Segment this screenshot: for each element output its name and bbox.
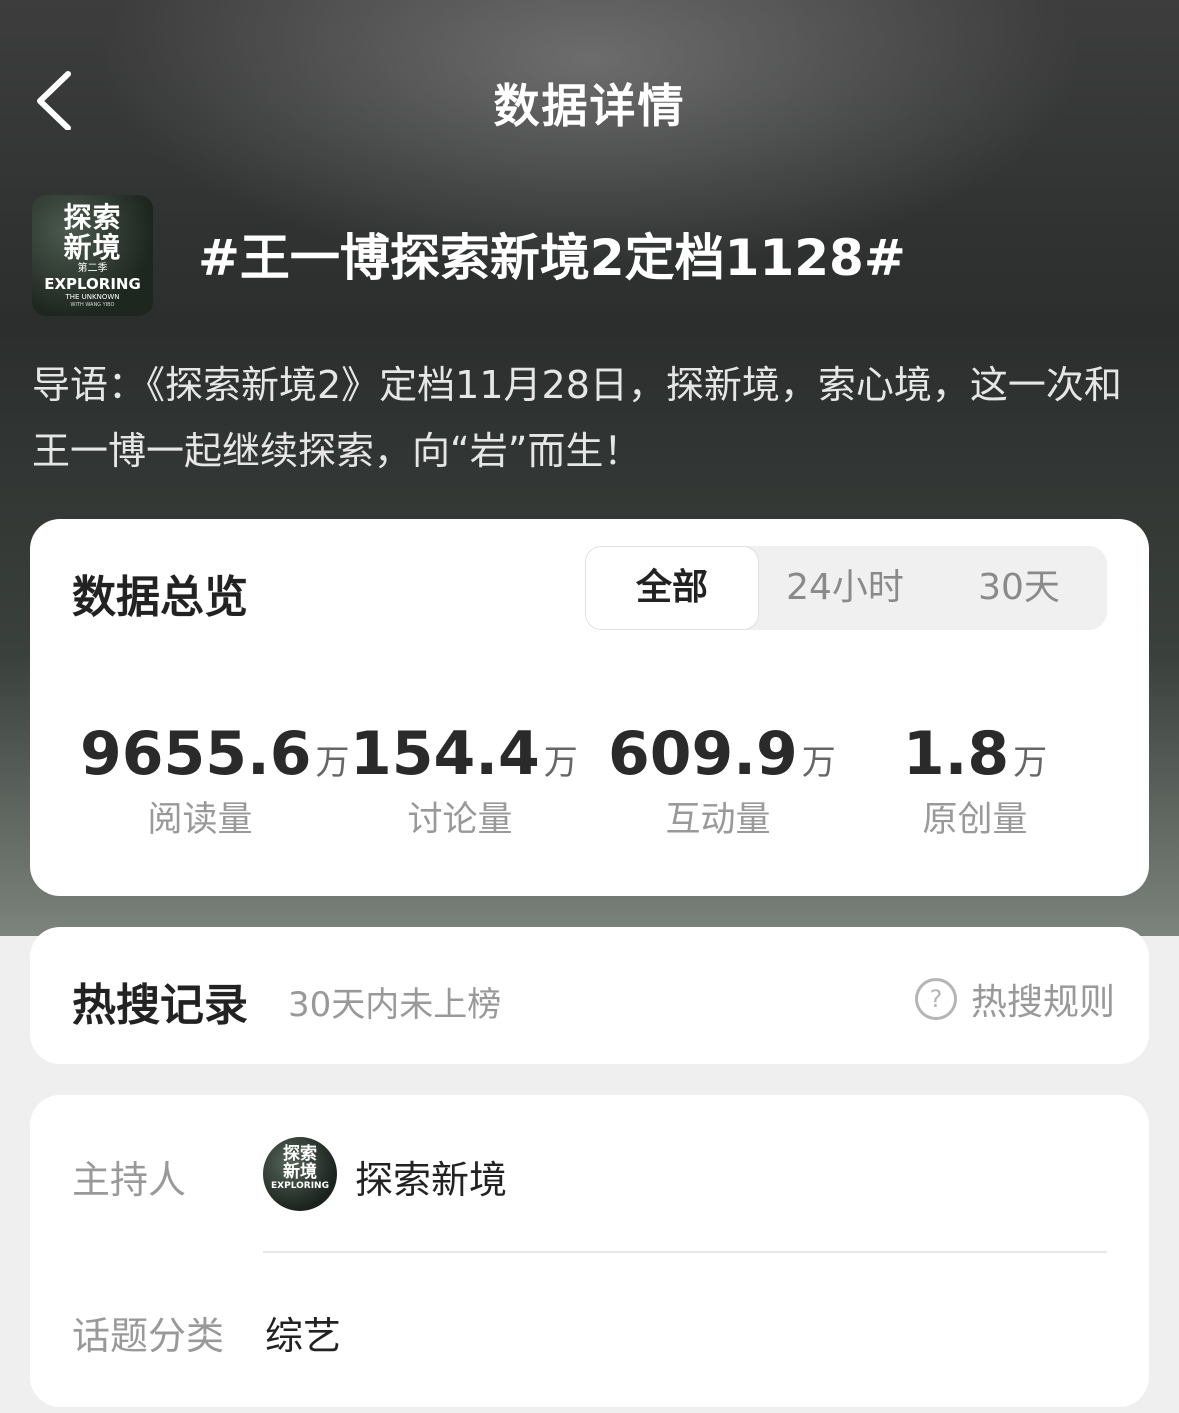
time-range-selector: 全部 24小时 30天 bbox=[585, 546, 1107, 630]
topic-logo: 探索 新境 第二季 EXPLORING THE UNKNOWN WITH WAN… bbox=[32, 195, 153, 316]
category-value: 综艺 bbox=[265, 1314, 342, 1358]
logo-en-subtitle: THE UNKNOWN bbox=[65, 293, 120, 301]
tab-24h[interactable]: 24小时 bbox=[760, 546, 930, 630]
host-avatar[interactable]: 探索 新境 EXPLORING bbox=[263, 1137, 337, 1211]
stat-unit: 万 bbox=[315, 743, 350, 783]
topic-intro: 导语：《探索新境2》定档11月28日，探新境，索心境，这一次和王一博一起继续探索… bbox=[32, 363, 1122, 473]
logo-en-text: EXPLORING bbox=[44, 275, 141, 293]
stat-discussions: 154.4 万 讨论量 bbox=[350, 719, 578, 842]
host-name[interactable]: 探索新境 bbox=[355, 1149, 507, 1204]
stat-label: 互动量 bbox=[665, 800, 771, 840]
stat-value: 9655.6 bbox=[80, 719, 312, 789]
page-title: 数据详情 bbox=[493, 79, 686, 133]
stat-value: 154.4 bbox=[350, 719, 540, 789]
stat-unit: 万 bbox=[543, 743, 578, 783]
host-avatar-cn: 探索 新境 bbox=[283, 1144, 317, 1182]
hot-search-rules-label: 热搜规则 bbox=[970, 982, 1115, 1023]
stat-value: 1.8 bbox=[902, 719, 1010, 789]
hot-search-status: 30天内未上榜 bbox=[288, 985, 502, 1025]
question-circle-icon: ? bbox=[914, 978, 957, 1020]
stat-unit: 万 bbox=[801, 743, 836, 783]
stat-reads: 9655.6 万 阅读量 bbox=[80, 719, 350, 842]
host-avatar-en: EXPLORING bbox=[271, 1181, 329, 1191]
tab-all[interactable]: 全部 bbox=[585, 546, 759, 630]
stat-label: 原创量 bbox=[922, 800, 1028, 840]
tab-30d[interactable]: 30天 bbox=[935, 546, 1103, 630]
logo-season-text: 第二季 bbox=[77, 263, 108, 274]
stat-value: 609.9 bbox=[608, 719, 798, 789]
stat-label: 阅读量 bbox=[147, 800, 253, 840]
overview-heading: 数据总览 bbox=[72, 572, 248, 623]
logo-en-tag: WITH WANG YIBO bbox=[70, 302, 115, 308]
data-overview-card: 数据总览 全部 24小时 30天 9655.6 万 阅读量 154.4 万 讨论量 … bbox=[30, 519, 1149, 896]
divider bbox=[263, 1251, 1107, 1253]
stat-originals: 1.8 万 原创量 bbox=[875, 719, 1075, 842]
topic-info-card: 主持人 探索 新境 EXPLORING 探索新境 话题分类 综艺 bbox=[30, 1095, 1149, 1407]
stat-interactions: 609.9 万 互动量 bbox=[608, 719, 836, 842]
stat-label: 讨论量 bbox=[407, 800, 513, 840]
logo-cn-text: 探索 新境 bbox=[63, 201, 122, 264]
host-label: 主持人 bbox=[72, 1158, 187, 1202]
hot-search-heading: 热搜记录 bbox=[72, 980, 248, 1031]
hot-search-rules-link[interactable]: ? 热搜规则 bbox=[914, 973, 1115, 1025]
hot-search-card: 热搜记录 30天内未上榜 ? 热搜规则 bbox=[30, 927, 1149, 1064]
category-label: 话题分类 bbox=[72, 1314, 225, 1358]
topic-title: #王一博探索新境2定档1128# bbox=[198, 229, 906, 287]
stat-unit: 万 bbox=[1013, 743, 1048, 783]
